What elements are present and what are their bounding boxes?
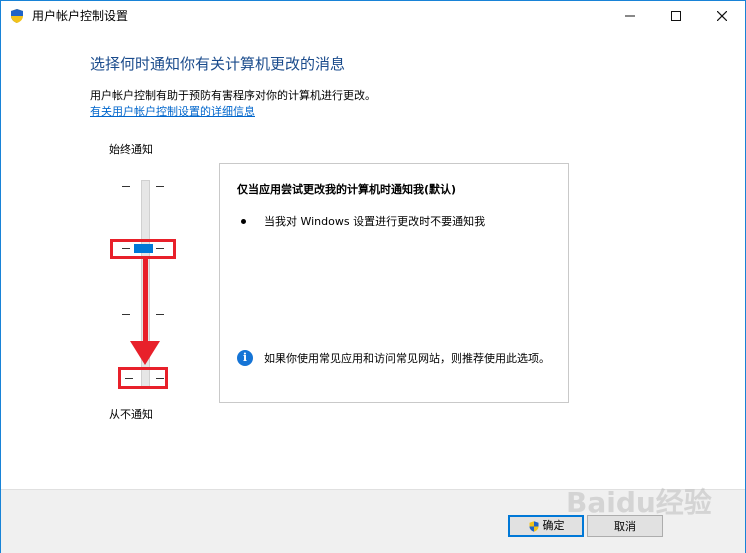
- uac-shield-icon: [529, 520, 538, 532]
- level-title: 仅当应用尝试更改我的计算机时通知我(默认): [237, 183, 457, 196]
- slider-label-never-notify: 从不通知: [109, 408, 153, 421]
- maximize-button[interactable]: [653, 1, 699, 31]
- slider-label-always-notify: 始终通知: [109, 143, 153, 156]
- more-info-link[interactable]: 有关用户帐户控制设置的详细信息: [90, 104, 255, 120]
- maximize-icon: [671, 11, 681, 21]
- cancel-button-label: 取消: [614, 520, 636, 533]
- description-text: 用户帐户控制有助于预防有害程序对你的计算机进行更改。: [90, 89, 376, 102]
- slider-tick: [122, 314, 130, 315]
- slider-tick: [156, 186, 164, 187]
- level-description-panel: 仅当应用尝试更改我的计算机时通知我(默认) 当我对 Windows 设置进行更改…: [219, 163, 569, 403]
- minimize-icon: [625, 15, 635, 17]
- uac-settings-window: 用户帐户控制设置 选择何时通知你有关计算机更改的消息 用户帐户控制有助于预防有害…: [0, 0, 746, 553]
- page-heading: 选择何时通知你有关计算机更改的消息: [90, 55, 346, 73]
- uac-shield-icon: [11, 9, 23, 23]
- annotation-arrow-head: [130, 341, 160, 365]
- slider-tick: [156, 314, 164, 315]
- window-title: 用户帐户控制设置: [32, 9, 129, 23]
- recommendation-text: 如果你使用常见应用和访问常见网站，则推荐使用此选项。: [264, 352, 550, 365]
- slider-tick: [122, 186, 130, 187]
- close-icon: [716, 10, 728, 22]
- watermark: Baidu经验: [566, 486, 712, 519]
- annotation-highlight-current: [110, 239, 176, 259]
- minimize-button[interactable]: [607, 1, 653, 31]
- bullet-icon: [241, 219, 246, 224]
- info-icon: i: [237, 350, 253, 366]
- ok-button-label: 确定: [542, 519, 565, 532]
- annotation-highlight-target: [118, 367, 168, 389]
- level-bullet-text: 当我对 Windows 设置进行更改时不要通知我: [264, 215, 486, 228]
- close-button[interactable]: [699, 1, 745, 31]
- title-bar: 用户帐户控制设置: [1, 1, 745, 31]
- annotation-arrow: [143, 259, 148, 343]
